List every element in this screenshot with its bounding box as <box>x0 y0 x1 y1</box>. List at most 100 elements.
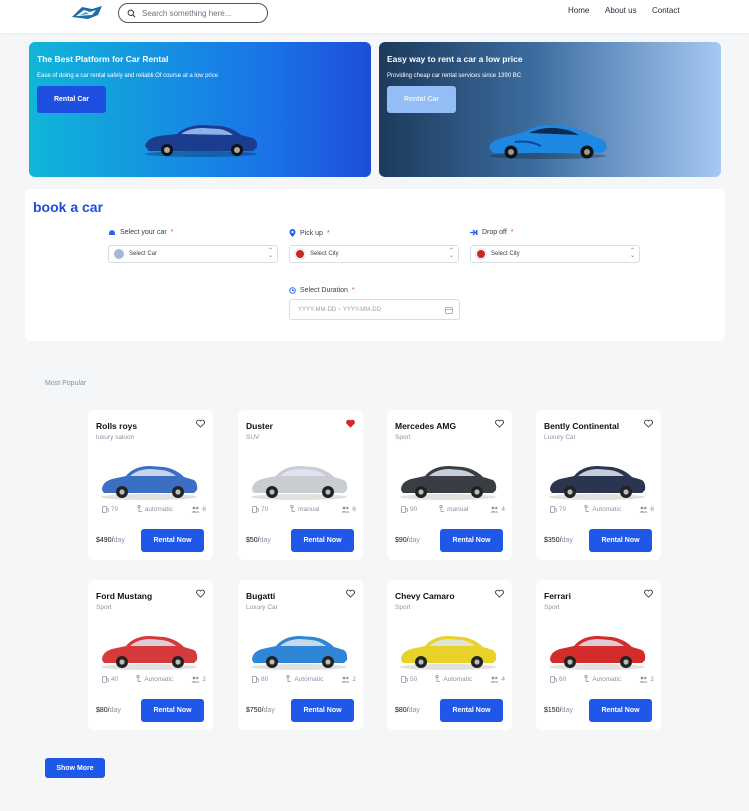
favorite-heart-icon[interactable] <box>346 589 355 598</box>
rental-car-button[interactable]: Rental Car <box>37 86 106 113</box>
updown-chevron-icon: ⌃ ⌄ <box>448 248 454 259</box>
car-select[interactable]: Select Car ⌃ ⌄ <box>108 245 278 263</box>
car-type: Luxury Car <box>544 434 576 441</box>
favorite-heart-icon[interactable] <box>196 589 205 598</box>
rental-now-button[interactable]: Rental Now <box>291 529 354 552</box>
search-box[interactable] <box>118 3 268 23</box>
car-price: $350/day <box>544 537 573 544</box>
car-type: Sport <box>544 604 560 611</box>
seats-spec: 2 <box>191 675 206 683</box>
seats-spec: 6 <box>191 505 206 513</box>
transmission-spec: Automatic <box>435 675 472 683</box>
car-image <box>549 466 646 500</box>
favorite-heart-icon[interactable] <box>346 419 355 428</box>
car-image <box>101 466 198 500</box>
flag-icon <box>476 249 486 259</box>
banner-car-image <box>145 125 258 157</box>
car-card[interactable]: Rolls roys luxury saloon 70 automatic 6 <box>88 410 213 560</box>
car-image <box>400 636 497 670</box>
top-header: Home About us Contact <box>0 0 749 33</box>
car-name: Chevy Camaro <box>395 591 455 601</box>
car-price: $90/day <box>395 537 420 544</box>
pickup-city-select[interactable]: Select City ⌃ ⌄ <box>289 245 459 263</box>
rental-now-button[interactable]: Rental Now <box>291 699 354 722</box>
favorite-heart-icon[interactable] <box>196 419 205 428</box>
calendar-icon <box>445 307 453 314</box>
car-card[interactable]: Bently Continental Luxury Car 70 Automat… <box>536 410 661 560</box>
people-icon <box>191 506 200 512</box>
car-name: Mercedes AMG <box>395 421 457 431</box>
people-icon <box>639 676 648 682</box>
transmission-spec: Automatic <box>136 675 173 683</box>
gear-stick-icon <box>435 675 441 682</box>
car-card[interactable]: Bugatti Luxury Car 80 Automatic 2 $750/d… <box>238 580 363 730</box>
rental-now-button[interactable]: Rental Now <box>141 699 204 722</box>
car-specs: 90 manual 4 <box>401 505 505 513</box>
search-input[interactable] <box>142 8 252 18</box>
seats-spec: 4 <box>490 505 505 513</box>
flag-icon <box>295 249 305 259</box>
seats-spec: 6 <box>639 505 654 513</box>
fuel-pump-icon <box>102 505 109 513</box>
people-icon <box>341 676 350 682</box>
car-image <box>400 466 497 500</box>
favorite-heart-icon[interactable] <box>644 419 653 428</box>
show-more-button[interactable]: Show More <box>45 758 105 778</box>
fuel-pump-icon <box>252 675 259 683</box>
car-price: $490/day <box>96 537 125 544</box>
fuel-pump-icon <box>252 505 259 513</box>
car-field-label: Select your car * <box>108 229 173 236</box>
fuel-pump-icon <box>401 675 408 683</box>
fuel-pump-icon <box>550 505 557 513</box>
rental-now-button[interactable]: Rental Now <box>141 529 204 552</box>
seats-spec: 2 <box>639 675 654 683</box>
transmission-spec: automatic <box>137 505 173 513</box>
rental-now-button[interactable]: Rental Now <box>589 529 652 552</box>
fuel-pump-icon <box>102 675 109 683</box>
car-image <box>251 636 348 670</box>
rental-now-button[interactable]: Rental Now <box>589 699 652 722</box>
car-card[interactable]: Mercedes AMG Sport 90 manual 4 $90/day R… <box>387 410 512 560</box>
fuel-spec: 70 <box>550 505 566 513</box>
rental-now-button[interactable]: Rental Now <box>440 529 503 552</box>
duration-date-range-input[interactable]: YYYY-MM-DD ~ YYYY-MM-DD <box>289 299 460 320</box>
transmission-spec: Automatic <box>584 675 621 683</box>
favorite-heart-icon[interactable] <box>495 589 504 598</box>
gear-stick-icon <box>136 675 142 682</box>
dropoff-field-label: Drop off * <box>470 229 514 236</box>
transmission-spec: manual <box>439 505 468 513</box>
car-card[interactable]: Ford Mustang Sport 40 Automatic 2 $80/da… <box>88 580 213 730</box>
seats-spec: 2 <box>341 675 356 683</box>
car-specs: 40 Automatic 2 <box>102 675 206 683</box>
dropoff-arrow-icon <box>470 229 478 236</box>
rental-now-button[interactable]: Rental Now <box>440 699 503 722</box>
gear-stick-icon <box>290 505 296 512</box>
car-name: Ford Mustang <box>96 591 153 601</box>
favorite-heart-icon[interactable] <box>495 419 504 428</box>
fuel-spec: 70 <box>102 505 118 513</box>
brand-logo[interactable] <box>70 3 104 23</box>
clock-icon <box>289 287 296 294</box>
car-specs: 80 Automatic 2 <box>252 675 356 683</box>
car-price: $750/day <box>246 707 275 714</box>
nav-about[interactable]: About us <box>605 6 637 15</box>
nav-home[interactable]: Home <box>568 6 589 15</box>
gear-stick-icon <box>137 505 142 512</box>
car-name: Duster <box>246 421 273 431</box>
car-price: $80/day <box>395 707 420 714</box>
dropoff-city-select[interactable]: Select City ⌃ ⌄ <box>470 245 640 263</box>
gear-stick-icon <box>439 505 445 512</box>
rental-car-button[interactable]: Rental Car <box>387 86 456 113</box>
car-card[interactable]: Chevy Camaro Sport 50 Automatic 4 $80/da… <box>387 580 512 730</box>
transmission-spec: Automatic <box>286 675 323 683</box>
nav-contact[interactable]: Contact <box>652 6 680 15</box>
car-card[interactable]: Ferrari Sport 60 Automatic 2 $150/day Re… <box>536 580 661 730</box>
car-image <box>101 636 198 670</box>
car-type: Sport <box>395 604 411 611</box>
pickup-field-label: Pick up * <box>289 229 330 237</box>
favorite-heart-icon[interactable] <box>644 589 653 598</box>
car-image <box>251 466 348 500</box>
car-card[interactable]: Duster SUV 70 manual 6 $50/day Rental No… <box>238 410 363 560</box>
gear-stick-icon <box>584 505 590 512</box>
car-type: Luxury Car <box>246 604 278 611</box>
